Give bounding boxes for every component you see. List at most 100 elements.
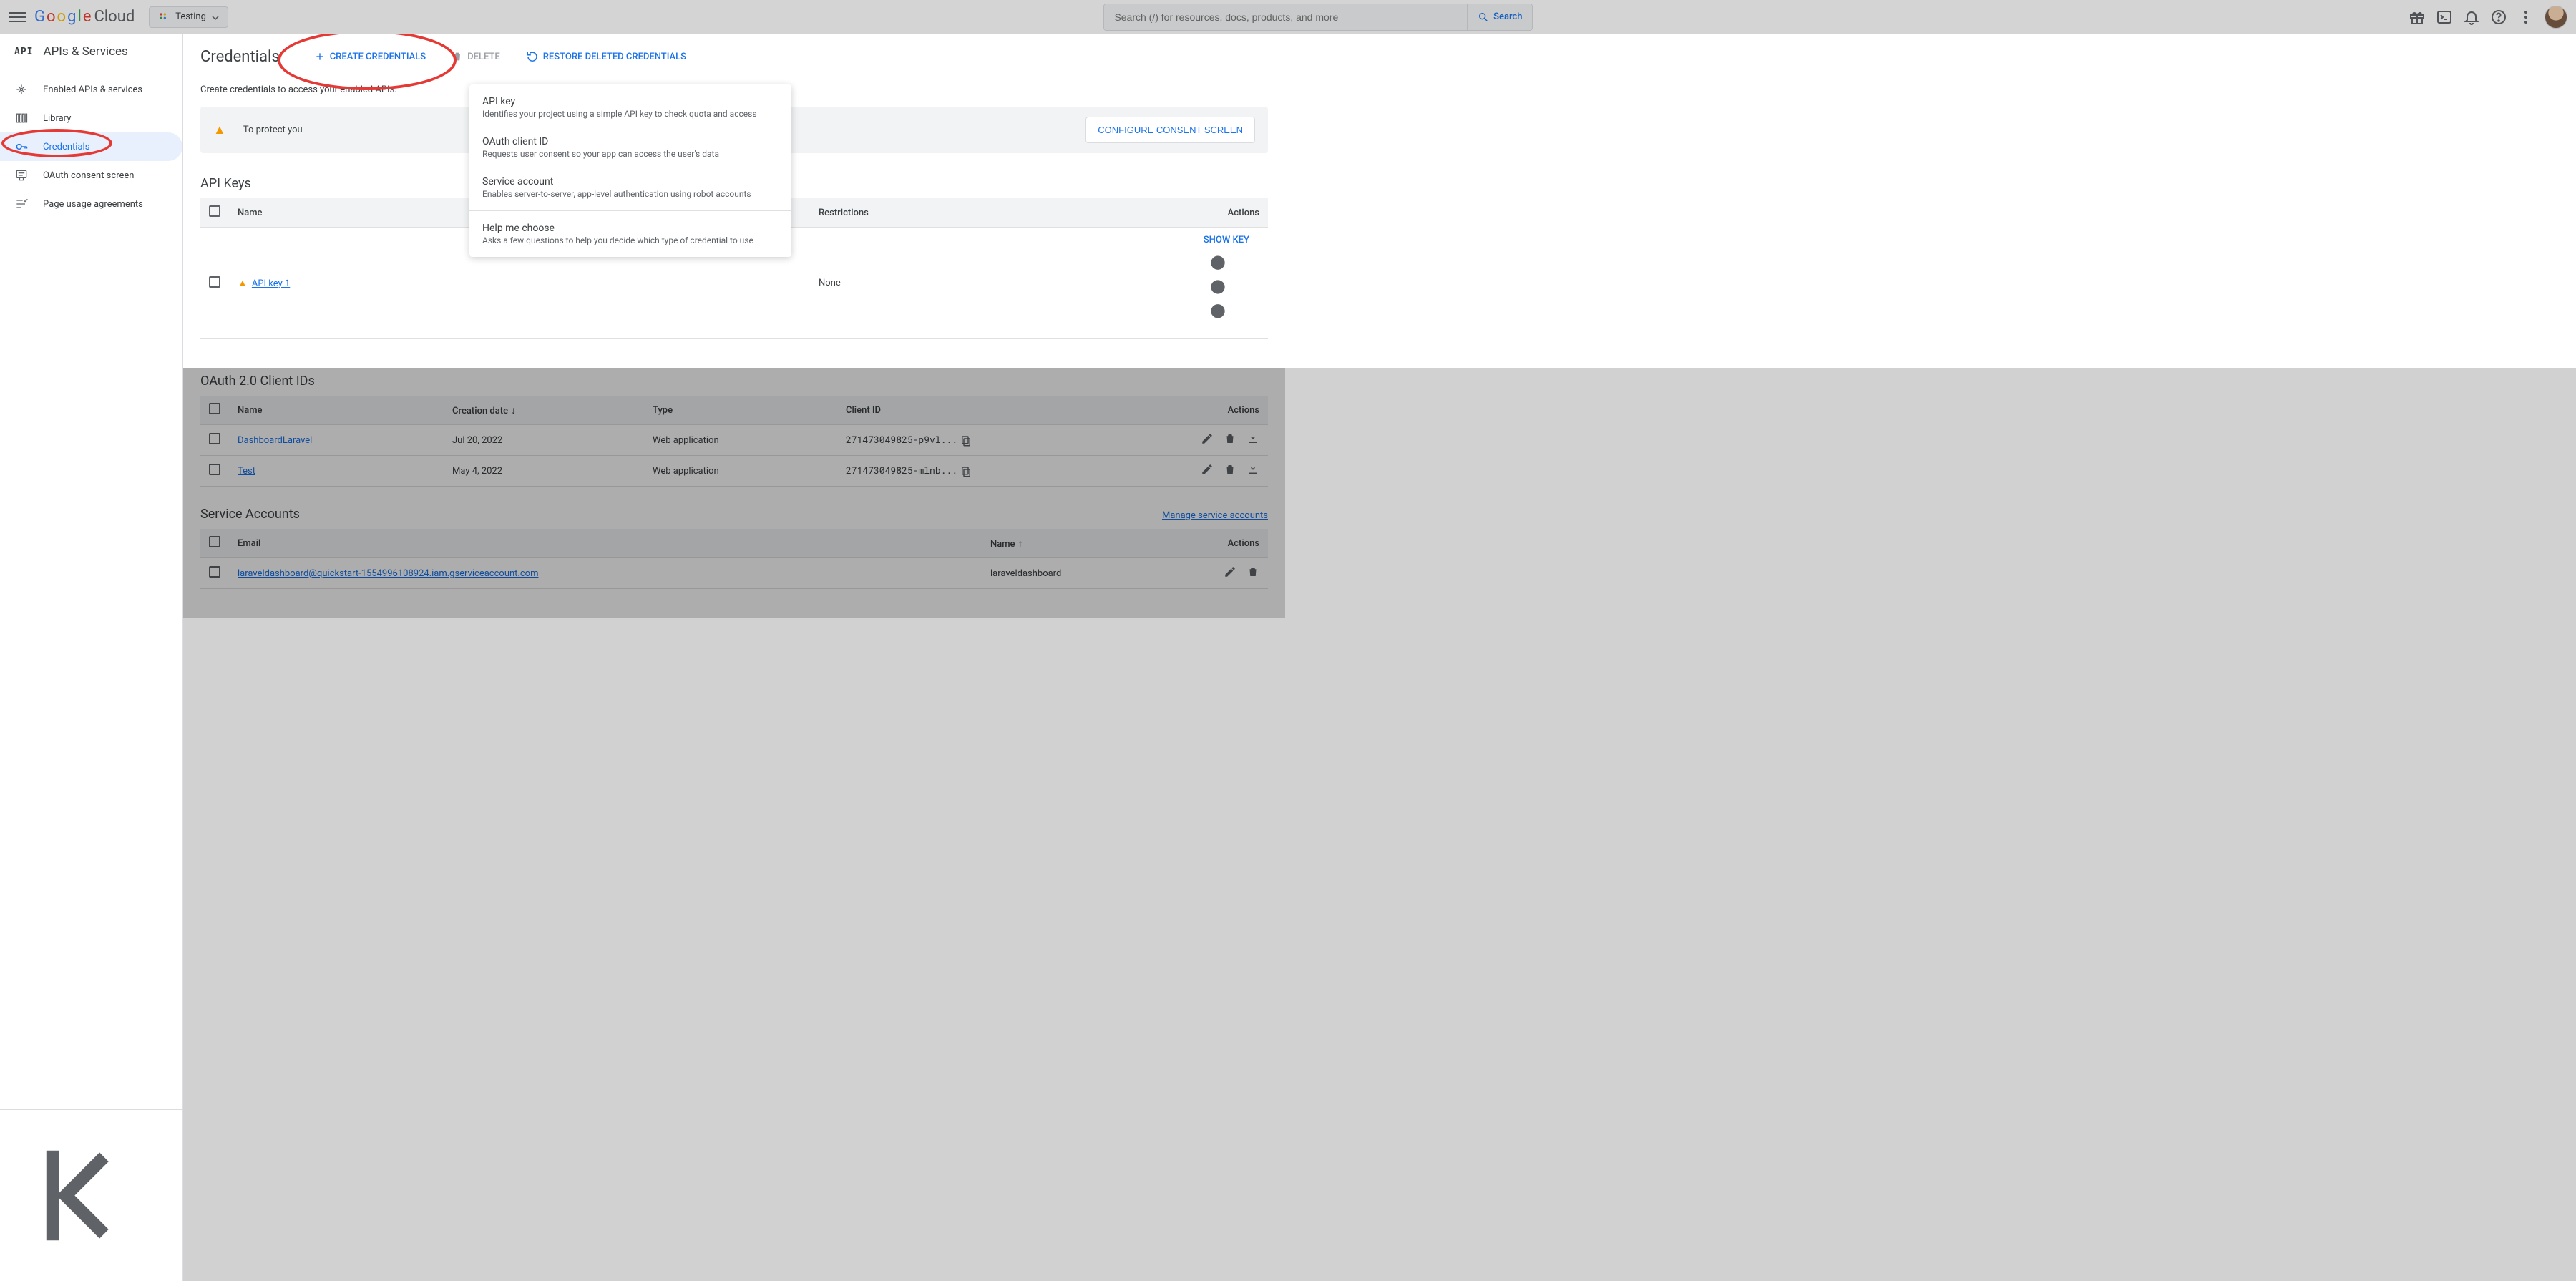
- create-credentials-label: CREATE CREDENTIALS: [330, 52, 426, 62]
- oauth-table: Name Creation date↓ Type Client ID Actio…: [200, 396, 1268, 487]
- col-clientid[interactable]: Client ID: [837, 396, 1168, 425]
- collapse-icon[interactable]: [14, 1266, 168, 1277]
- sidebar-label: Library: [43, 113, 71, 124]
- download-icon[interactable]: [1246, 432, 1259, 445]
- search-input[interactable]: [1104, 4, 1467, 30]
- more-vert-icon[interactable]: [2517, 9, 2534, 26]
- project-icon: [158, 11, 170, 23]
- page-title: Credentials: [200, 48, 280, 66]
- oauth-client-link[interactable]: DashboardLaravel: [238, 435, 312, 446]
- sort-up-icon[interactable]: ↑: [1018, 538, 1023, 550]
- manage-service-accounts-link[interactable]: Manage service accounts: [1162, 510, 1268, 521]
- creation-date: May 4, 2022: [444, 456, 644, 487]
- service-account-link[interactable]: laraveldashboard@quickstart-155499610892…: [238, 568, 538, 579]
- search-button[interactable]: Search: [1467, 4, 1532, 30]
- menu-title: OAuth client ID: [482, 136, 779, 147]
- sidebar-item-oauth-consent[interactable]: OAuth consent screen: [0, 161, 182, 190]
- warning-icon: ▲: [238, 278, 248, 289]
- create-credentials-button[interactable]: CREATE CREDENTIALS: [308, 47, 431, 67]
- sidebar-label: Credentials: [43, 142, 89, 152]
- api-key-link[interactable]: API key 1: [252, 278, 290, 289]
- trash-icon[interactable]: [1224, 463, 1236, 476]
- sidebar-item-page-usage[interactable]: Page usage agreements: [0, 190, 182, 218]
- restore-deleted-button[interactable]: RESTORE DELETED CREDENTIALS: [520, 46, 692, 67]
- col-creation[interactable]: Creation date: [452, 406, 508, 417]
- col-actions: Actions: [1196, 529, 1268, 558]
- sidebar-header: API APIs & Services: [0, 34, 182, 69]
- checkbox-all[interactable]: [209, 205, 220, 217]
- warning-icon: ▲: [213, 122, 226, 137]
- edit-icon[interactable]: [1224, 565, 1236, 578]
- creation-date: Jul 20, 2022: [444, 425, 644, 456]
- copy-icon[interactable]: [960, 434, 972, 447]
- col-type[interactable]: Type: [644, 396, 837, 425]
- trash-icon[interactable]: [1224, 432, 1236, 445]
- menu-help-choose[interactable]: Help me choose Asks a few questions to h…: [469, 214, 791, 254]
- show-key-button[interactable]: SHOW KEY: [1204, 235, 1249, 245]
- client-id: 271473049825-p9vl...: [846, 433, 957, 446]
- menu-subtitle: Enables server-to-server, app-level auth…: [482, 189, 779, 199]
- client-type: Web application: [644, 456, 837, 487]
- restrictions-value: None: [810, 228, 1168, 339]
- more-vert-icon[interactable]: [1176, 321, 1259, 331]
- row-checkbox[interactable]: [209, 464, 220, 475]
- edit-icon[interactable]: [1201, 463, 1214, 476]
- sort-down-icon[interactable]: ↓: [511, 405, 516, 417]
- sidebar-item-credentials[interactable]: Credentials: [0, 132, 182, 161]
- gift-icon[interactable]: [2409, 9, 2426, 26]
- configure-consent-button[interactable]: CONFIGURE CONSENT SCREEN: [1085, 117, 1255, 143]
- menu-title: Service account: [482, 176, 779, 187]
- sidebar-label: Page usage agreements: [43, 199, 143, 210]
- api-keys-title: API Keys: [200, 176, 251, 191]
- copy-icon[interactable]: [960, 465, 972, 478]
- menu-api-key[interactable]: API key Identifies your project using a …: [469, 87, 791, 127]
- col-restrictions[interactable]: Restrictions: [810, 198, 1168, 228]
- trash-icon[interactable]: [1246, 565, 1259, 578]
- checkbox-all[interactable]: [209, 403, 220, 414]
- sidebar-item-library[interactable]: Library: [0, 104, 182, 132]
- cloud-shell-icon[interactable]: [2436, 9, 2453, 26]
- row-checkbox[interactable]: [209, 276, 220, 288]
- cloud-word: Cloud: [94, 8, 135, 26]
- library-icon: [14, 111, 29, 125]
- sidebar-label: OAuth consent screen: [43, 170, 134, 181]
- row-checkbox[interactable]: [209, 433, 220, 444]
- user-avatar[interactable]: [2545, 6, 2567, 29]
- table-row: DashboardLaravel Jul 20, 2022 Web applic…: [200, 425, 1268, 456]
- col-name[interactable]: Name: [990, 539, 1015, 550]
- plus-icon: [314, 51, 326, 62]
- service-accounts-title: Service Accounts: [200, 507, 300, 522]
- table-row: laraveldashboard@quickstart-155499610892…: [200, 558, 1268, 589]
- menu-icon[interactable]: [9, 9, 26, 26]
- banner-text: To protect you: [243, 125, 303, 135]
- sidebar-title: APIs & Services: [43, 44, 127, 59]
- service-accounts-table: Email Name↑ Actions laraveldashboard@qui…: [200, 529, 1268, 589]
- menu-subtitle: Asks a few questions to help you decide …: [482, 235, 779, 245]
- menu-service-account[interactable]: Service account Enables server-to-server…: [469, 167, 791, 208]
- checkbox-all[interactable]: [209, 536, 220, 547]
- agreements-icon: [14, 197, 29, 211]
- notifications-icon[interactable]: [2463, 9, 2480, 26]
- menu-title: API key: [482, 96, 779, 107]
- row-checkbox[interactable]: [209, 566, 220, 578]
- api-icon: API: [14, 47, 33, 57]
- menu-oauth-client[interactable]: OAuth client ID Requests user consent so…: [469, 127, 791, 167]
- caret-down-icon: [212, 14, 219, 21]
- help-icon[interactable]: [2490, 9, 2507, 26]
- edit-icon[interactable]: [1201, 432, 1214, 445]
- col-actions: Actions: [1168, 198, 1268, 228]
- col-email[interactable]: Email: [229, 529, 982, 558]
- delete-button[interactable]: DELETE: [446, 47, 506, 67]
- search-box: Search: [1103, 4, 1533, 31]
- sidebar-label: Enabled APIs & services: [43, 84, 142, 95]
- menu-divider: [469, 210, 791, 211]
- sidebar-item-enabled-apis[interactable]: Enabled APIs & services: [0, 75, 182, 104]
- oauth-client-link[interactable]: Test: [238, 466, 255, 477]
- col-name[interactable]: Name: [229, 396, 444, 425]
- download-icon[interactable]: [1246, 463, 1259, 476]
- key-icon: [14, 140, 29, 154]
- service-account-name: laraveldashboard: [982, 558, 1196, 589]
- consent-icon: [14, 168, 29, 182]
- google-cloud-logo[interactable]: Google Cloud: [34, 8, 135, 26]
- project-picker[interactable]: Testing: [149, 6, 228, 28]
